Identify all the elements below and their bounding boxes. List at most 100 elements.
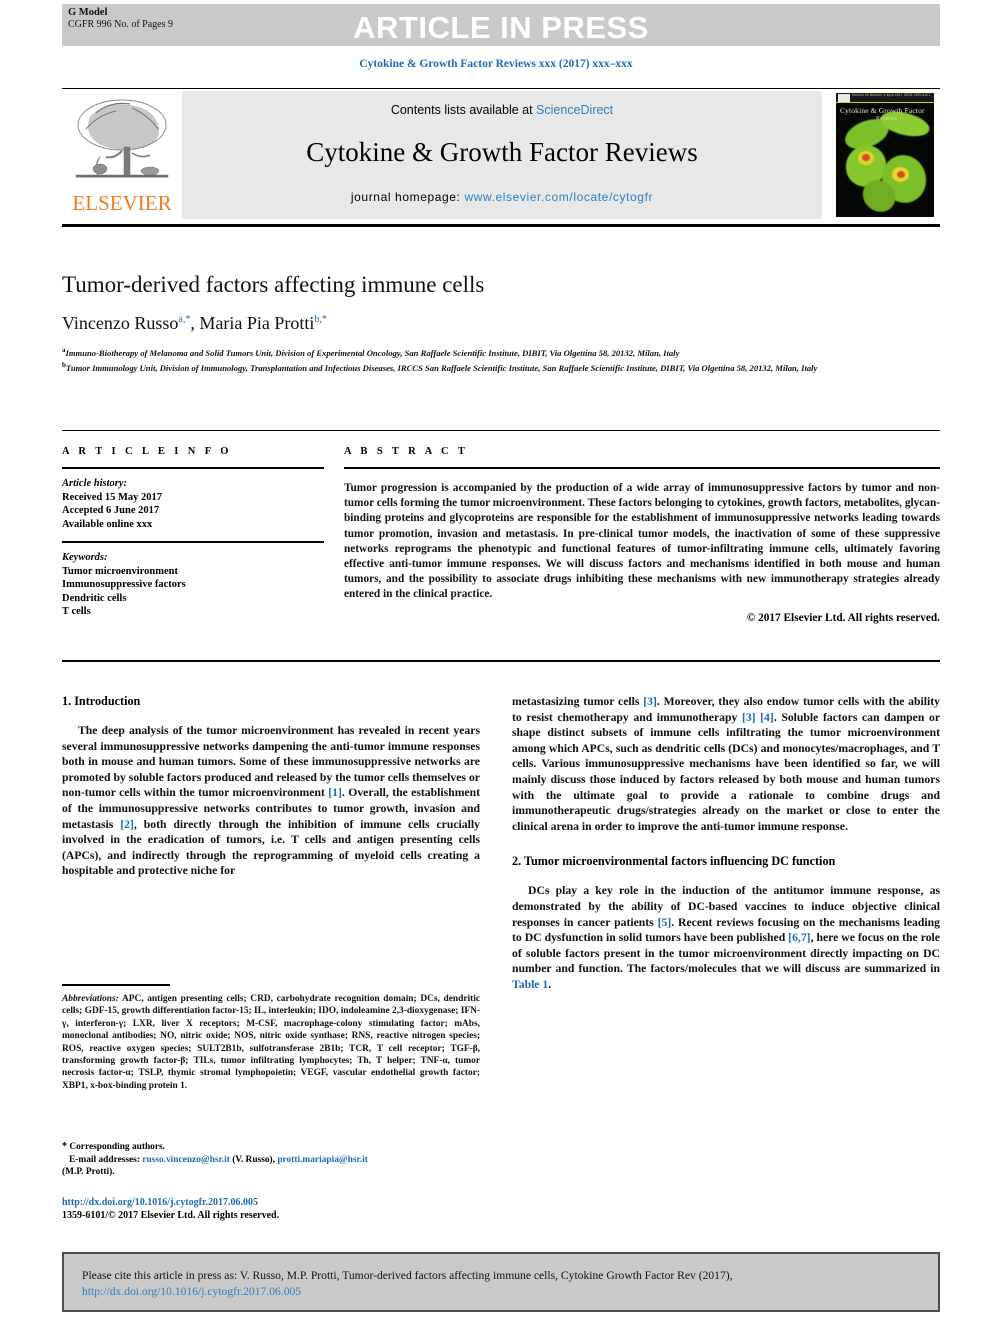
homepage-url-link[interactable]: www.elsevier.com/locate/cytogfr xyxy=(464,190,653,204)
article-info-rule xyxy=(62,467,324,469)
abstract-text: Tumor progression is accompanied by the … xyxy=(344,482,940,601)
article-info-heading: A R T I C L E I N F O xyxy=(62,446,232,457)
cover-nucleus-shape xyxy=(862,154,870,161)
cover-topbar: Volume 34 Number 4 April 2017 ISSN 1359-… xyxy=(836,93,934,103)
author-2-affil-marker: b,* xyxy=(314,314,327,325)
dc-text-d: . xyxy=(548,977,552,991)
article-page: ARTICLE IN PRESS G Model CGFR 996 No. of… xyxy=(0,0,992,1323)
cite-box-text: Please cite this article in press as: V.… xyxy=(82,1268,928,1299)
citation-ref-3[interactable]: [3] xyxy=(643,695,657,708)
doi-link[interactable]: http://dx.doi.org/10.1016/j.cytogfr.2017… xyxy=(62,1196,480,1209)
cover-elsevier-logo-icon xyxy=(838,94,850,102)
sciencedirect-link[interactable]: ScienceDirect xyxy=(536,103,613,117)
body-column-left: 1. Introduction The deep analysis of the… xyxy=(62,694,480,879)
right-text-c: . Soluble factors can dampen or shape di… xyxy=(512,710,941,833)
abbreviations-label: Abbreviations: xyxy=(62,994,119,1004)
masthead-top-rule xyxy=(62,88,940,89)
keyword-item: Dendritic cells xyxy=(62,592,127,604)
cite-sentence: Please cite this article in press as: V.… xyxy=(82,1269,733,1282)
body-column-right: metastasizing tumor cells [3]. Moreover,… xyxy=(512,694,940,993)
issn-copyright-line: 1359-6101/© 2017 Elsevier Ltd. All right… xyxy=(62,1210,280,1222)
journal-running-head: Cytokine & Growth Factor Reviews xxx (20… xyxy=(359,58,633,70)
contents-available-line: Contents lists available at ScienceDirec… xyxy=(182,103,822,117)
affiliations-block: aImmuno-Biotherapy of Melanoma and Solid… xyxy=(62,344,940,374)
cover-journal-subtitle: Reviews xyxy=(876,116,897,122)
journal-cover-thumbnail: Volume 34 Number 4 April 2017 ISSN 1359-… xyxy=(830,91,940,219)
email-addresses-label: E-mail addresses: xyxy=(69,1154,140,1165)
keywords-rule xyxy=(62,541,324,543)
elsevier-tree-icon xyxy=(75,99,169,178)
email-link-1[interactable]: russo.vincenzo@hsr.it xyxy=(142,1155,230,1165)
journal-masthead: ELSEVIER Contents lists available at Sci… xyxy=(62,91,940,219)
email-link-2[interactable]: protti.mariapia@hsr.it xyxy=(277,1155,368,1165)
author-list: Vincenzo Russoa,*, Maria Pia Prottib,* xyxy=(62,313,862,334)
cite-doi-link[interactable]: http://dx.doi.org/10.1016/j.cytogfr.2017… xyxy=(82,1285,301,1298)
article-history-label: Article history: xyxy=(62,478,128,489)
abstract-column: A B S T R A C T Tumor progression is acc… xyxy=(344,446,940,624)
keyword-item: Immunosuppressive factors xyxy=(62,579,186,590)
cover-nucleus-shape xyxy=(897,171,905,178)
author-2-name: Maria Pia Protti xyxy=(199,313,315,333)
article-in-press-label: ARTICLE IN PRESS xyxy=(353,10,649,45)
author-1-affil-marker: a,* xyxy=(178,314,191,325)
dc-paragraph: DCs play a key role in the induction of … xyxy=(512,883,940,992)
masthead-bottom-rule xyxy=(62,224,940,227)
abstract-rule xyxy=(344,467,940,469)
author-separator: , xyxy=(190,313,200,333)
corresponding-label: Corresponding authors. xyxy=(69,1142,166,1152)
journal-cover-image: Volume 34 Number 4 April 2017 ISSN 1359-… xyxy=(836,93,934,217)
cover-issue-line: Volume 34 Number 4 April 2017 ISSN 1359-… xyxy=(852,93,931,97)
contents-panel: Contents lists available at ScienceDirec… xyxy=(182,91,822,219)
affiliation-b-text: Tumor Immunology Unit, Division of Immun… xyxy=(65,363,818,374)
doi-footer: http://dx.doi.org/10.1016/j.cytogfr.2017… xyxy=(62,1196,480,1223)
abstract-copyright: © 2017 Elsevier Ltd. All rights reserved… xyxy=(746,611,940,624)
intro-paragraph: The deep analysis of the tumor microenvi… xyxy=(62,723,480,879)
cover-journal-title: Cytokine & Growth Factor xyxy=(840,106,925,115)
corresponding-line: * Corresponding authors. xyxy=(62,1141,480,1154)
article-in-press-banner: ARTICLE IN PRESS xyxy=(62,4,940,46)
email-owner-1: (V. Russo), xyxy=(229,1154,278,1165)
citation-ref-6-7[interactable]: [6,7] xyxy=(788,931,810,944)
keywords-label: Keywords: xyxy=(62,552,108,563)
citation-ref-3-4[interactable]: [3] [4] xyxy=(742,711,774,724)
citation-ref-5[interactable]: [5] xyxy=(658,916,672,929)
affiliation-a-text: Immuno-Biotherapy of Melanoma and Solid … xyxy=(65,347,680,358)
contents-prefix: Contents lists available at xyxy=(390,103,537,117)
keyword-item: Tumor microenvironment xyxy=(62,565,178,577)
author-1-name: Vincenzo Russo xyxy=(62,313,179,333)
journal-homepage-line: journal homepage: www.elsevier.com/locat… xyxy=(182,190,822,204)
g-model-label: G Model xyxy=(68,7,108,18)
article-info-column: A R T I C L E I N F O Article history: R… xyxy=(62,446,324,619)
section-heading-dc-function: 2. Tumor microenvironmental factors infl… xyxy=(512,854,836,869)
email-line: E-mail addresses: russo.vincenzo@hsr.it … xyxy=(62,1154,480,1167)
article-available-online: Available online xxx xyxy=(62,518,153,530)
table-1-link[interactable]: Table 1 xyxy=(512,978,548,991)
g-model-pages: CGFR 996 No. of Pages 9 xyxy=(68,19,174,30)
citation-ref-1[interactable]: [1] xyxy=(328,786,342,799)
elsevier-wordmark: ELSEVIER xyxy=(72,191,172,215)
page-title: Tumor-derived factors affecting immune c… xyxy=(62,272,485,297)
abbreviations-text: APC, antigen presenting cells; CRD, carb… xyxy=(62,994,481,1091)
article-accepted-date: Accepted 6 June 2017 xyxy=(62,505,160,516)
keyword-item: T cells xyxy=(62,606,91,617)
abbreviations-footnote: Abbreviations: APC, antigen presenting c… xyxy=(62,993,480,1092)
affiliation-a: aImmuno-Biotherapy of Melanoma and Solid… xyxy=(62,344,940,359)
abstract-heading: A B S T R A C T xyxy=(344,446,469,457)
email-owner-2-line: (M.P. Protti). xyxy=(62,1167,115,1178)
article-received-date: Received 15 May 2017 xyxy=(62,491,163,503)
footnote-divider xyxy=(62,984,170,986)
info-top-rule xyxy=(62,430,940,431)
please-cite-box: Please cite this article in press as: V.… xyxy=(62,1252,940,1312)
section-heading-introduction: 1. Introduction xyxy=(62,694,141,708)
corresponding-author-footnote: * Corresponding authors. E-mail addresse… xyxy=(62,1141,480,1179)
journal-title: Cytokine & Growth Factor Reviews xyxy=(306,137,698,167)
asterisk-icon: * xyxy=(62,1141,67,1152)
elsevier-logo: ELSEVIER xyxy=(62,91,182,219)
abstract-bottom-rule xyxy=(62,660,940,662)
citation-ref-2[interactable]: [2] xyxy=(120,818,134,831)
homepage-label: journal homepage: xyxy=(350,190,465,204)
g-model-block: G Model CGFR 996 No. of Pages 9 xyxy=(68,7,173,31)
right-text-a: metastasizing tumor cells xyxy=(512,695,644,708)
affiliation-b: bTumor Immunology Unit, Division of Immu… xyxy=(62,359,940,374)
right-continuation-paragraph: metastasizing tumor cells [3]. Moreover,… xyxy=(512,694,940,834)
